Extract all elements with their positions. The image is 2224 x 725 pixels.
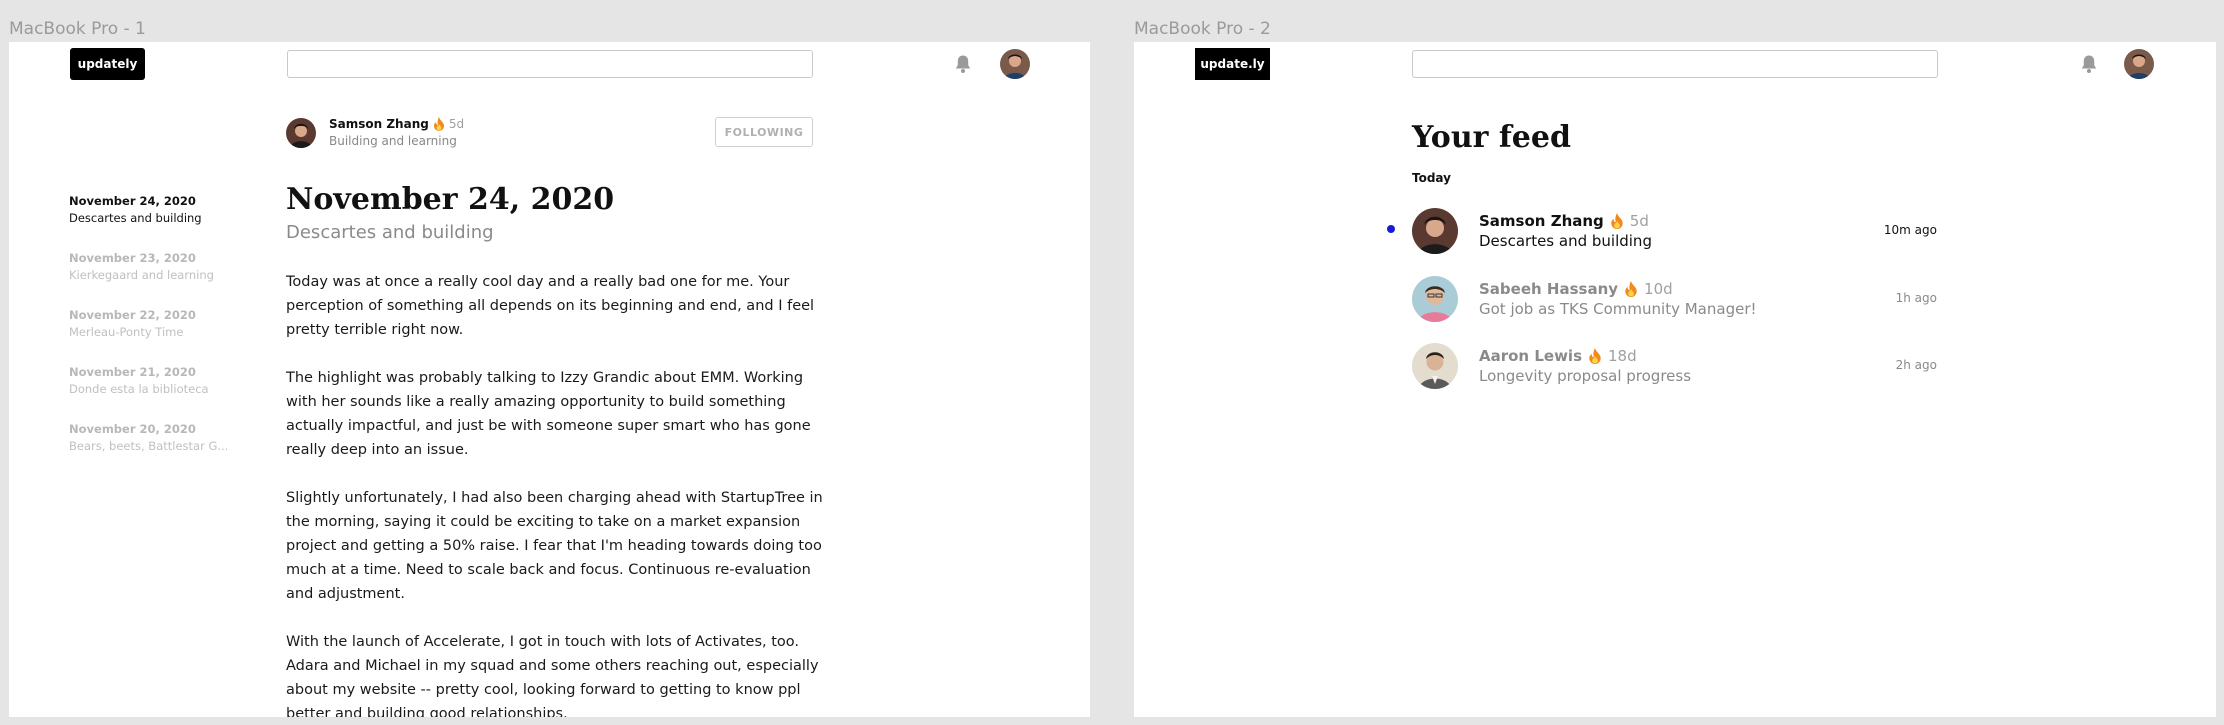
toc-item-date: November 21, 2020 bbox=[69, 365, 196, 379]
frame-label: MacBook Pro - 1 bbox=[9, 19, 146, 39]
toc-item-date: November 22, 2020 bbox=[69, 308, 196, 322]
fire-icon bbox=[1589, 348, 1601, 364]
bell-icon[interactable] bbox=[2080, 54, 2098, 74]
post-paragraph: Slightly unfortunately, I had also been … bbox=[286, 490, 823, 602]
frame-label: MacBook Pro - 2 bbox=[1134, 19, 1271, 39]
toc-item-title: Merleau-Ponty Time bbox=[69, 325, 184, 339]
toc-item[interactable]: November 20, 2020 Bears, beets, Battlest… bbox=[69, 422, 239, 453]
bell-icon[interactable] bbox=[954, 54, 972, 74]
user-avatar[interactable] bbox=[2124, 49, 2154, 79]
logo[interactable]: updately bbox=[70, 48, 145, 80]
feed-title: Your feed bbox=[1412, 120, 1571, 155]
toc-item-date: November 24, 2020 bbox=[69, 194, 196, 208]
feed-post-title: Descartes and building bbox=[1479, 232, 1652, 250]
post-paragraph: The highlight was probably talking to Iz… bbox=[286, 370, 811, 458]
feed-author-name[interactable]: Samson Zhang bbox=[1479, 212, 1604, 230]
author-name[interactable]: Samson Zhang bbox=[329, 117, 429, 131]
toc-item[interactable]: November 24, 2020 Descartes and building bbox=[69, 194, 239, 225]
post-author-header: Samson Zhang 5d Building and learning bbox=[286, 117, 464, 148]
author-bio: Building and learning bbox=[329, 134, 457, 148]
toc-item[interactable]: November 21, 2020 Donde esta la bibliote… bbox=[69, 365, 239, 396]
toc-item-date: November 20, 2020 bbox=[69, 422, 196, 436]
feed-timestamp: 2h ago bbox=[1895, 358, 1937, 372]
following-button[interactable]: FOLLOWING bbox=[715, 117, 813, 147]
search-input[interactable] bbox=[287, 50, 813, 78]
post-subtitle: Descartes and building bbox=[286, 222, 494, 243]
frame-post-view: updately Samson Zhang 5d Building and le… bbox=[9, 42, 1090, 717]
feed-post-title: Got job as TKS Community Manager! bbox=[1479, 300, 1757, 318]
feed-streak: 10d bbox=[1644, 280, 1673, 298]
post-body: Today was at once a really cool day and … bbox=[286, 270, 826, 717]
feed-avatar[interactable] bbox=[1412, 276, 1458, 322]
author-streak: 5d bbox=[448, 117, 465, 131]
fire-icon bbox=[433, 117, 444, 131]
feed-author-name[interactable]: Sabeeh Hassany bbox=[1479, 280, 1618, 298]
feed-timestamp: 1h ago bbox=[1895, 291, 1937, 305]
toc-item-title: Bears, beets, Battlestar G... bbox=[69, 439, 229, 453]
feed-author-name[interactable]: Aaron Lewis bbox=[1479, 347, 1582, 365]
toc-item-title: Donde esta la biblioteca bbox=[69, 382, 209, 396]
toc-item-title: Kierkegaard and learning bbox=[69, 268, 214, 282]
logo[interactable]: update.ly bbox=[1195, 48, 1270, 80]
author-avatar[interactable] bbox=[286, 117, 316, 148]
toc-item[interactable]: November 23, 2020 Kierkegaard and learni… bbox=[69, 251, 239, 282]
toc-item[interactable]: November 22, 2020 Merleau-Ponty Time bbox=[69, 308, 239, 339]
toc-item-date: November 23, 2020 bbox=[69, 251, 196, 265]
fire-icon bbox=[1625, 281, 1637, 297]
search-input[interactable] bbox=[1412, 50, 1938, 78]
unread-indicator bbox=[1387, 225, 1395, 233]
post-history-list: November 24, 2020 Descartes and building… bbox=[69, 194, 239, 479]
frame-feed-view: update.ly Your feed Today Samson Zhang 5… bbox=[1134, 42, 2216, 717]
post-paragraph: With the launch of Accelerate, I got in … bbox=[286, 634, 819, 717]
feed-streak: 18d bbox=[1608, 347, 1637, 365]
feed-streak: 5d bbox=[1629, 212, 1649, 230]
post-title: November 24, 2020 bbox=[286, 182, 615, 217]
fire-icon bbox=[1611, 213, 1623, 229]
toc-item-title: Descartes and building bbox=[69, 211, 202, 225]
feed-avatar[interactable] bbox=[1412, 343, 1458, 389]
user-avatar[interactable] bbox=[1000, 49, 1030, 79]
feed-item[interactable]: Aaron Lewis 18d Longevity proposal progr… bbox=[1412, 343, 1937, 391]
feed-timestamp: 10m ago bbox=[1883, 223, 1937, 237]
post-paragraph: Today was at once a really cool day and … bbox=[286, 274, 815, 338]
feed-section-label: Today bbox=[1412, 171, 1451, 185]
feed-item[interactable]: Sabeeh Hassany 10d Got job as TKS Commun… bbox=[1412, 276, 1937, 324]
feed-post-title: Longevity proposal progress bbox=[1479, 367, 1692, 385]
feed-avatar[interactable] bbox=[1412, 208, 1458, 254]
feed-item[interactable]: Samson Zhang 5d Descartes and building 1… bbox=[1412, 208, 1937, 256]
